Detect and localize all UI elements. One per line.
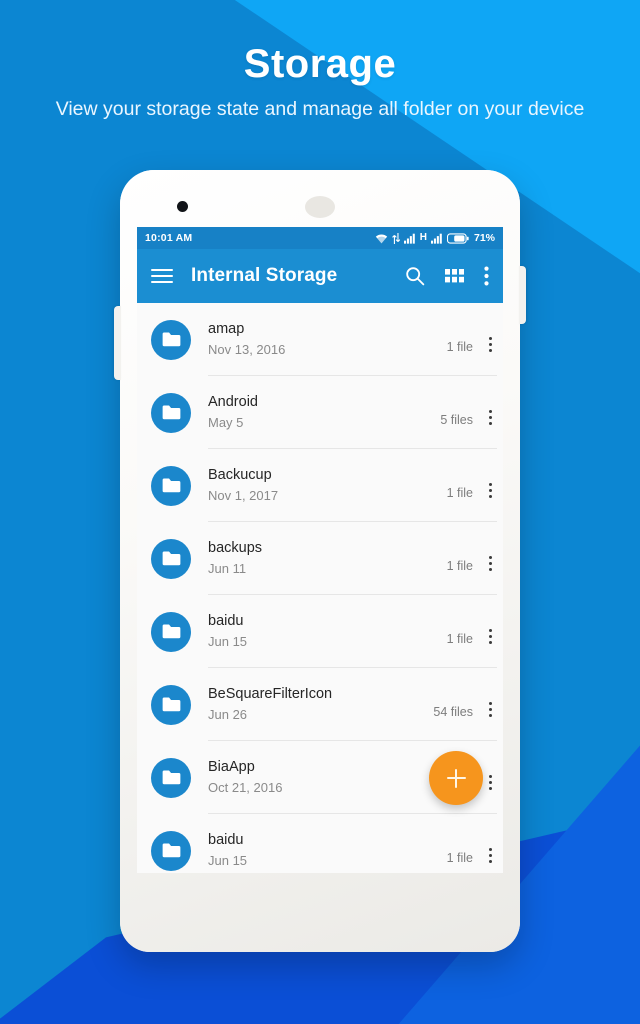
wifi-icon (375, 233, 388, 244)
folder-icon (151, 757, 191, 798)
folder-file-count: 1 file (446, 339, 473, 354)
status-bar-clock: 10:01 AM (145, 232, 193, 244)
folder-file-count: 5 files (440, 412, 473, 427)
power-button[interactable] (519, 266, 526, 324)
list-item[interactable]: baidu Jun 15 1 file (137, 814, 503, 873)
list-item-text: BeSquareFilterIcon Jun 26 (208, 685, 433, 724)
list-item-text: backups Jun 11 (208, 539, 447, 578)
list-item[interactable]: Backucup Nov 1, 2017 1 file (137, 449, 503, 522)
row-overflow-menu-icon[interactable] (477, 673, 503, 746)
folder-name: amap (208, 321, 245, 338)
folder-date: Jun 15 (208, 852, 248, 868)
signal-bars-icon (403, 233, 416, 244)
status-bar: 10:01 AM H 71% (137, 227, 503, 249)
folder-file-count: 1 file (446, 485, 473, 500)
folder-icon (151, 538, 191, 579)
folder-date: Nov 13, 2016 (208, 341, 286, 357)
list-item-text: Backucup Nov 1, 2017 (208, 466, 447, 505)
row-overflow-menu-icon[interactable] (477, 600, 503, 673)
folder-name: Android (208, 394, 258, 411)
folder-date: Nov 1, 2017 (208, 487, 279, 503)
folder-name: Backucup (208, 467, 272, 484)
folder-name: baidu (208, 832, 244, 849)
row-overflow-menu-icon[interactable] (477, 819, 503, 873)
signal-bars-2-icon (430, 233, 443, 244)
folder-icon (151, 465, 191, 506)
folder-date: Jun 11 (208, 560, 247, 576)
battery-icon (446, 232, 469, 244)
app-bar-title: Internal Storage (191, 265, 338, 286)
page-subtitle: View your storage state and manage all f… (55, 98, 585, 120)
folder-date: Oct 21, 2016 (208, 779, 283, 795)
folder-icon (151, 830, 191, 871)
list-item[interactable]: amap Nov 13, 2016 1 file (137, 303, 503, 376)
folder-file-count: 54 files (433, 704, 473, 719)
folder-file-count: 1 file (446, 850, 473, 865)
folder-file-count: 1 file (446, 558, 473, 573)
promo-header: Storage View your storage state and mana… (0, 44, 640, 123)
volume-button[interactable] (114, 306, 121, 380)
folder-date: May 5 (208, 414, 244, 430)
data-transfer-icon (391, 232, 400, 244)
folder-icon (151, 319, 191, 360)
folder-icon (151, 611, 191, 652)
list-item[interactable]: BeSquareFilterIcon Jun 26 54 files (137, 668, 503, 741)
earpiece-speaker (305, 196, 335, 218)
grid-view-icon[interactable] (445, 269, 464, 283)
list-item-text: amap Nov 13, 2016 (208, 320, 447, 359)
network-type-label: H (419, 232, 427, 243)
phone-mockup: 10:01 AM H 71% Internal Storage amap Nov… (114, 170, 526, 952)
folder-name: BiaApp (208, 759, 255, 776)
hamburger-menu-icon[interactable] (151, 268, 173, 284)
list-item-text: Android May 5 (208, 393, 440, 432)
folder-icon (151, 392, 191, 433)
promo-screenshot: Storage View your storage state and mana… (0, 0, 640, 1024)
folder-date: Jun 26 (208, 706, 248, 722)
add-button[interactable] (429, 751, 483, 805)
folder-name: backups (208, 540, 263, 557)
row-overflow-menu-icon[interactable] (477, 308, 503, 381)
list-item-text: BiaApp Oct 21, 2016 (208, 758, 433, 797)
folder-name: BeSquareFilterIcon (208, 686, 333, 703)
list-item-text: baidu Jun 15 (208, 831, 447, 870)
folder-name: baidu (208, 613, 244, 630)
row-overflow-menu-icon[interactable] (477, 381, 503, 454)
page-title: Storage (243, 42, 397, 86)
list-item[interactable]: baidu Jun 15 1 file (137, 595, 503, 668)
search-icon[interactable] (405, 266, 425, 286)
status-bar-icons: H 71% (375, 232, 495, 244)
overflow-menu-icon[interactable] (484, 266, 489, 286)
row-overflow-menu-icon[interactable] (477, 454, 503, 527)
row-overflow-menu-icon[interactable] (477, 527, 503, 600)
phone-screen: 10:01 AM H 71% Internal Storage amap Nov… (137, 227, 503, 873)
app-bar: Internal Storage (137, 249, 503, 303)
folder-file-count: 1 file (446, 631, 473, 646)
battery-percent-label: 71% (473, 232, 495, 244)
list-item-text: baidu Jun 15 (208, 612, 447, 651)
folder-date: Jun 15 (208, 633, 248, 649)
folder-icon (151, 684, 191, 725)
front-camera-icon (177, 201, 188, 212)
list-item[interactable]: backups Jun 11 1 file (137, 522, 503, 595)
list-item[interactable]: Android May 5 5 files (137, 376, 503, 449)
